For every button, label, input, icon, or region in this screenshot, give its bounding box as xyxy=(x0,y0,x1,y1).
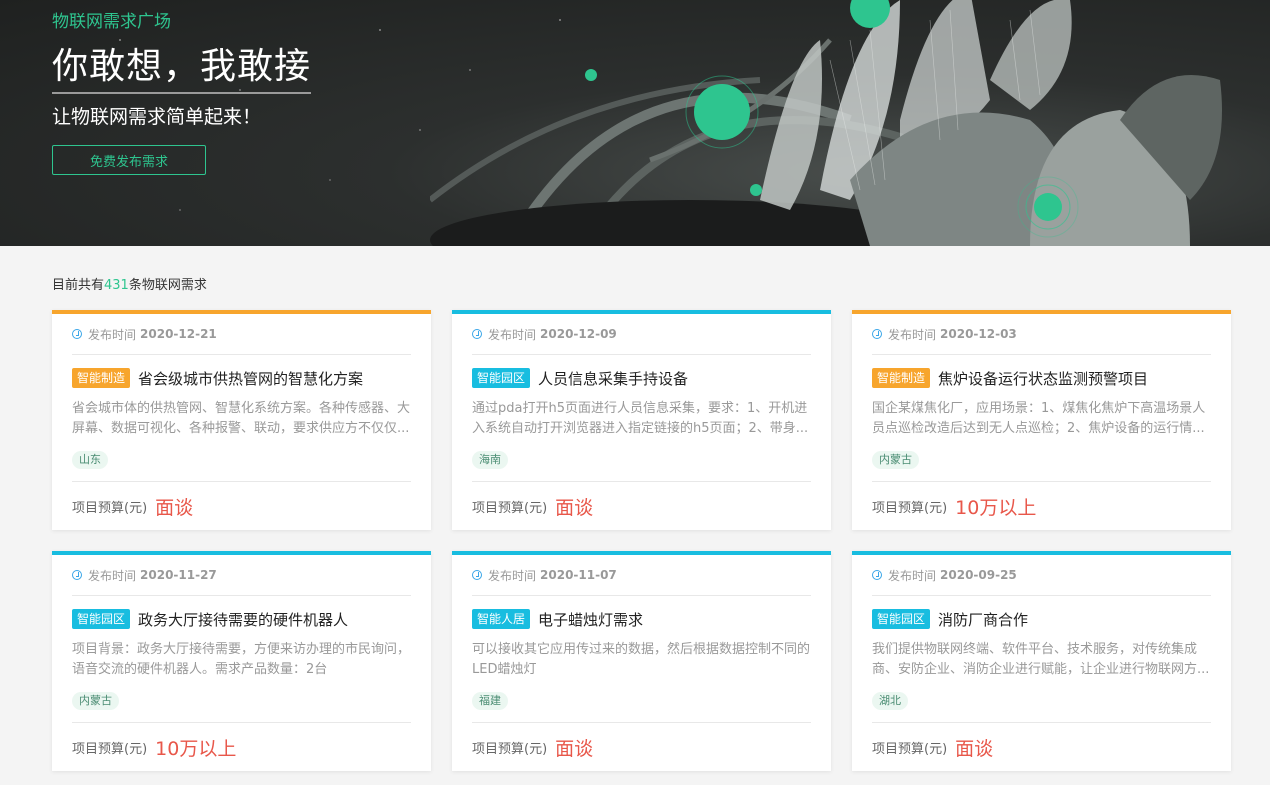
budget-label: 项目预算(元) xyxy=(72,500,148,516)
budget-row: 项目预算(元) 10万以上 xyxy=(872,481,1211,530)
demand-card[interactable]: 发布时间 2020-12-21 智能制造 省会级城市供热管网的智慧化方案 省会城… xyxy=(52,310,431,530)
publish-time-label: 发布时间 xyxy=(888,568,937,583)
clock-icon xyxy=(72,570,82,580)
publish-date: 发布时间 2020-12-03 xyxy=(872,314,1211,355)
region-tag: 山东 xyxy=(72,451,108,469)
region-tag: 内蒙古 xyxy=(872,451,919,469)
budget-row: 项目预算(元) 面谈 xyxy=(472,722,811,771)
region-tag: 湖北 xyxy=(872,692,908,710)
budget-value: 面谈 xyxy=(155,496,194,519)
demand-description: 国企某煤焦化厂，应用场景：1、煤焦化焦炉下高温场景人员点巡检改造后达到无人点巡检… xyxy=(872,401,1206,436)
clock-icon xyxy=(72,329,82,339)
demand-title[interactable]: 人员信息采集手持设备 xyxy=(538,368,688,389)
demand-description: 通过pda打开h5页面进行人员信息采集，要求：1、开机进入系统自动打开浏览器进入… xyxy=(472,401,809,436)
budget-label: 项目预算(元) xyxy=(872,500,948,516)
demand-description: 可以接收其它应用传过来的数据，然后根据数据控制不同的LED蜡烛灯 xyxy=(472,642,811,677)
region-tag: 海南 xyxy=(472,451,508,469)
demand-description: 项目背景：政务大厅接待需要，方便来访办理的市民询问，语音交流的硬件机器人。需求产… xyxy=(72,642,411,677)
demand-title[interactable]: 电子蜡烛灯需求 xyxy=(538,609,643,630)
hero-tagline: 物联网需求广场 xyxy=(52,12,171,32)
publish-date-value: 2020-09-25 xyxy=(940,568,1017,582)
publish-date: 发布时间 2020-09-25 xyxy=(872,555,1211,596)
demand-card-grid: 发布时间 2020-12-21 智能制造 省会级城市供热管网的智慧化方案 省会城… xyxy=(52,310,1232,771)
region-tag: 福建 xyxy=(472,692,508,710)
category-badge: 智能制造 xyxy=(72,368,131,388)
budget-value: 10万以上 xyxy=(955,496,1037,519)
category-badge: 智能园区 xyxy=(72,609,131,629)
hero-subtitle: 让物联网需求简单起来！ xyxy=(52,106,262,128)
budget-label: 项目预算(元) xyxy=(472,500,548,516)
demand-title[interactable]: 省会级城市供热管网的智慧化方案 xyxy=(138,368,363,389)
hero-title: 你敢想，我敢接 xyxy=(52,44,312,94)
demand-description: 省会城市体的供热管网、智慧化系统方案。各种传感器、大屏幕、数据可视化、各种报警、… xyxy=(72,401,411,436)
publish-time-label: 发布时间 xyxy=(488,568,537,583)
demand-title[interactable]: 消防厂商合作 xyxy=(938,609,1028,630)
count-prefix: 目前共有 xyxy=(52,278,105,293)
publish-date: 发布时间 2020-11-07 xyxy=(472,555,811,596)
count-number: 431 xyxy=(104,278,129,293)
demand-count: 目前共有431条物联网需求 xyxy=(52,274,207,293)
count-suffix: 条物联网需求 xyxy=(128,278,207,293)
budget-value: 10万以上 xyxy=(155,737,237,760)
demand-title[interactable]: 焦炉设备运行状态监测预警项目 xyxy=(938,368,1148,389)
budget-label: 项目预算(元) xyxy=(872,741,948,757)
category-badge: 智能人居 xyxy=(472,609,531,629)
region-tag: 内蒙古 xyxy=(72,692,119,710)
demand-card[interactable]: 发布时间 2020-09-25 智能园区 消防厂商合作 我们提供物联网终端、软件… xyxy=(852,551,1231,771)
category-badge: 智能制造 xyxy=(872,368,931,388)
budget-value: 面谈 xyxy=(955,737,994,760)
budget-value: 面谈 xyxy=(555,737,594,760)
budget-row: 项目预算(元) 10万以上 xyxy=(72,722,411,771)
category-badge: 智能园区 xyxy=(872,609,931,629)
smart-city-illustration xyxy=(430,0,1222,246)
publish-date: 发布时间 2020-12-09 xyxy=(472,314,811,355)
demand-card[interactable]: 发布时间 2020-11-07 智能人居 电子蜡烛灯需求 可以接收其它应用传过来… xyxy=(452,551,831,771)
category-badge: 智能园区 xyxy=(472,368,531,388)
publish-date-value: 2020-12-21 xyxy=(140,327,217,341)
budget-row: 项目预算(元) 面谈 xyxy=(472,481,811,530)
publish-time-label: 发布时间 xyxy=(88,327,137,342)
publish-time-label: 发布时间 xyxy=(88,568,137,583)
budget-label: 项目预算(元) xyxy=(472,741,548,757)
clock-icon xyxy=(872,329,882,339)
budget-value: 面谈 xyxy=(555,496,594,519)
hero-banner: 物联网需求广场 你敢想，我敢接 让物联网需求简单起来！ 免费发布需求 xyxy=(0,0,1270,246)
publish-time-label: 发布时间 xyxy=(888,327,937,342)
demand-card[interactable]: 发布时间 2020-12-09 智能园区 人员信息采集手持设备 通过pda打开h… xyxy=(452,310,831,530)
budget-row: 项目预算(元) 面谈 xyxy=(72,481,411,530)
demand-card[interactable]: 发布时间 2020-12-03 智能制造 焦炉设备运行状态监测预警项目 国企某煤… xyxy=(852,310,1231,530)
publish-time-label: 发布时间 xyxy=(488,327,537,342)
clock-icon xyxy=(472,570,482,580)
publish-demand-button[interactable]: 免费发布需求 xyxy=(52,145,206,175)
publish-date: 发布时间 2020-12-21 xyxy=(72,314,411,355)
budget-label: 项目预算(元) xyxy=(72,741,148,757)
publish-date: 发布时间 2020-11-27 xyxy=(72,555,411,596)
publish-date-value: 2020-12-09 xyxy=(540,327,617,341)
demand-title[interactable]: 政务大厅接待需要的硬件机器人 xyxy=(138,609,348,630)
publish-date-value: 2020-11-27 xyxy=(140,568,217,582)
publish-date-value: 2020-12-03 xyxy=(940,327,1017,341)
publish-date-value: 2020-11-07 xyxy=(540,568,617,582)
demand-card[interactable]: 发布时间 2020-11-27 智能园区 政务大厅接待需要的硬件机器人 项目背景… xyxy=(52,551,431,771)
clock-icon xyxy=(872,570,882,580)
budget-row: 项目预算(元) 面谈 xyxy=(872,722,1211,771)
clock-icon xyxy=(472,329,482,339)
demand-description: 我们提供物联网终端、软件平台、技术服务，对传统集成商、安防企业、消防企业进行赋能… xyxy=(872,642,1210,677)
